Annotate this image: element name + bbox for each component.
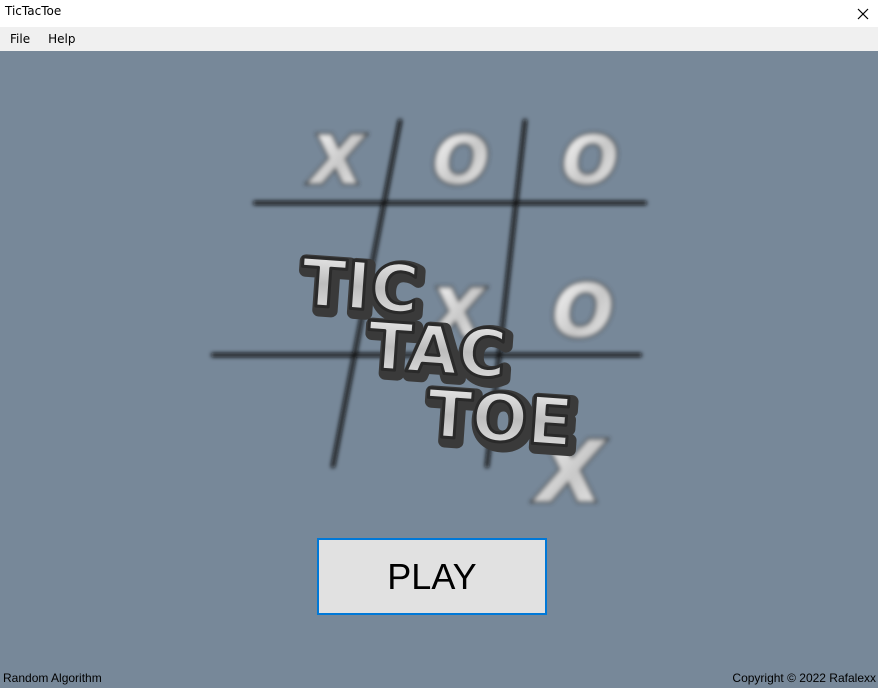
game-area: X O O X O X TIC TAC TOE TIC TAC TOE PLAY… <box>0 51 878 688</box>
window-title: TicTacToe <box>5 4 62 18</box>
close-button[interactable] <box>848 0 878 27</box>
board-mark: O <box>562 122 618 199</box>
play-button-label: PLAY <box>387 555 477 597</box>
close-icon <box>857 8 869 19</box>
board-mark: X <box>308 122 366 199</box>
menu-bar: File Help <box>0 27 878 51</box>
algorithm-label: Random Algorithm <box>3 671 102 685</box>
logo-title-toe: TOE <box>424 375 575 462</box>
board-mark: O <box>433 122 489 199</box>
tic-tac-toe-logo: X O O X O X TIC TAC TOE TIC TAC TOE <box>211 119 647 523</box>
menu-help[interactable]: Help <box>39 27 84 51</box>
menu-file[interactable]: File <box>0 27 39 51</box>
title-bar: TicTacToe <box>0 0 878 27</box>
play-button[interactable]: PLAY <box>317 538 547 615</box>
board-mark: O <box>552 269 613 353</box>
copyright-label: Copyright © 2022 Rafalexx <box>732 671 876 685</box>
